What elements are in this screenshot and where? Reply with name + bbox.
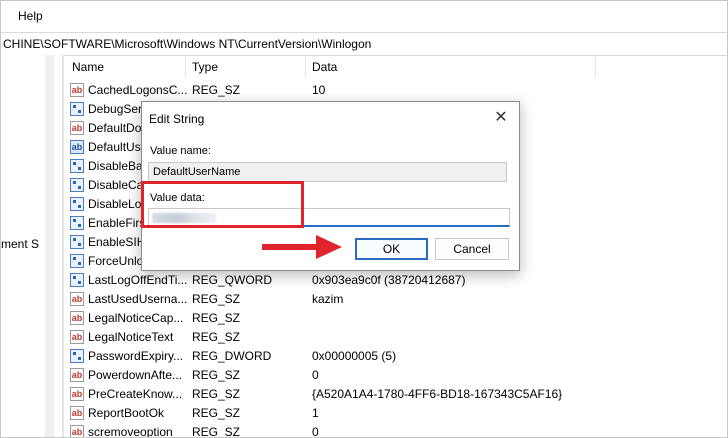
row-name: PreCreateKnow... [88, 387, 183, 401]
column-header-bar: Name Type Data [64, 55, 724, 77]
string-value-icon: ab [70, 121, 84, 135]
row-name: PasswordExpiry... [88, 349, 184, 363]
tree-item-partial[interactable]: ment S [1, 237, 39, 251]
table-row[interactable]: ab scremoveoption REG_SZ 0 [69, 423, 724, 438]
value-name-label: Value name: [150, 145, 211, 157]
row-data: 0x00000005 (5) [312, 349, 397, 363]
row-data: 0 [312, 425, 319, 438]
string-value-icon: ab [70, 406, 84, 420]
row-type: REG_SZ [192, 292, 241, 306]
row-name: EnableSIH [88, 235, 146, 249]
row-name: PowerdownAfte... [88, 368, 183, 382]
address-bar[interactable]: CHINE\SOFTWARE\Microsoft\Windows NT\Curr… [1, 32, 727, 56]
table-row[interactable]: PasswordExpiry... REG_DWORD 0x00000005 (5) [69, 347, 724, 366]
binary-value-icon [70, 273, 84, 287]
row-data: {A520A1A4-1780-4FF6-BD18-167343C5AF16} [312, 387, 563, 401]
row-name: DisableCa [88, 178, 144, 192]
row-name: ForceUnlo [88, 254, 144, 268]
row-name: DefaultDo [88, 121, 142, 135]
binary-value-icon [70, 159, 84, 173]
dialog-title: Edit String [149, 112, 205, 126]
cancel-button[interactable]: Cancel [435, 238, 509, 260]
table-row[interactable]: ab ReportBootOk REG_SZ 1 [69, 404, 724, 423]
ok-button[interactable]: OK [355, 238, 428, 260]
row-name: EnableFirs [88, 216, 146, 230]
tree-pane: ment S [1, 55, 62, 437]
row-name: ReportBootOk [88, 406, 165, 420]
row-type: REG_SZ [192, 330, 241, 344]
binary-value-icon [70, 349, 84, 363]
row-data: 0x903ea9c0f (38720412687) [312, 273, 466, 287]
row-type: REG_SZ [192, 368, 241, 382]
table-row[interactable]: LastLogOffEndTi... REG_QWORD 0x903ea9c0f (… [69, 271, 724, 290]
string-value-icon: ab [70, 140, 84, 154]
column-header-data[interactable]: Data [312, 60, 337, 74]
row-name: LegalNoticeText [88, 330, 174, 344]
row-type: REG_SZ [192, 406, 241, 420]
menu-help[interactable]: Help [18, 9, 43, 23]
row-name: DisableLo [88, 197, 142, 211]
column-divider[interactable] [305, 55, 306, 77]
row-name: DefaultUs [88, 140, 141, 154]
tree-scrollbar[interactable] [45, 55, 54, 437]
string-value-icon: ab [70, 83, 84, 97]
row-name: LastLogOffEndTi... [88, 273, 188, 287]
row-name: DisableBa [88, 159, 143, 173]
binary-value-icon [70, 178, 84, 192]
row-data: 0 [312, 368, 319, 382]
string-value-icon: ab [70, 425, 84, 437]
row-type: REG_SZ [192, 387, 241, 401]
highlight-box [141, 181, 304, 228]
table-row[interactable]: ab CachedLogonsC... REG_SZ 10 [69, 81, 724, 100]
row-type: REG_SZ [192, 83, 241, 97]
string-value-icon: ab [70, 330, 84, 344]
string-value-icon: ab [70, 368, 84, 382]
string-value-icon: ab [70, 292, 84, 306]
pane-splitter[interactable] [62, 55, 64, 437]
row-name: CachedLogonsC... [88, 83, 188, 97]
column-divider[interactable] [595, 55, 596, 77]
value-name-field: DefaultUserName [148, 162, 507, 182]
row-type: REG_QWORD [192, 273, 273, 287]
table-row[interactable]: ab LegalNoticeCap... REG_SZ [69, 309, 724, 328]
row-name: scremoveoption [88, 425, 173, 438]
address-path[interactable]: CHINE\SOFTWARE\Microsoft\Windows NT\Curr… [3, 37, 371, 51]
arrow-right-icon [262, 235, 342, 259]
column-header-type[interactable]: Type [192, 60, 218, 74]
binary-value-icon [70, 102, 84, 116]
column-header-name[interactable]: Name [72, 60, 104, 74]
binary-value-icon [70, 235, 84, 249]
row-name: LastUsedUserna... [88, 292, 188, 306]
menu-bar: Help [1, 1, 727, 31]
table-row[interactable]: ab PowerdownAfte... REG_SZ 0 [69, 366, 724, 385]
table-row[interactable]: ab PreCreateKnow... REG_SZ {A520A1A4-1780-4… [69, 385, 724, 404]
table-row[interactable]: ab LastUsedUserna... REG_SZ kazim [69, 290, 724, 309]
string-value-icon: ab [70, 387, 84, 401]
row-type: REG_SZ [192, 425, 241, 438]
string-value-icon: ab [70, 311, 84, 325]
row-name: LegalNoticeCap... [88, 311, 184, 325]
row-data: kazim [312, 292, 344, 306]
row-type: REG_DWORD [192, 349, 272, 363]
column-divider[interactable] [185, 55, 186, 77]
binary-value-icon [70, 216, 84, 230]
row-data: 1 [312, 406, 319, 420]
close-icon[interactable]: ✕ [492, 110, 510, 128]
binary-value-icon [70, 254, 84, 268]
binary-value-icon [70, 197, 84, 211]
row-data: 10 [312, 83, 326, 97]
table-row[interactable]: ab LegalNoticeText REG_SZ [69, 328, 724, 347]
row-type: REG_SZ [192, 311, 241, 325]
